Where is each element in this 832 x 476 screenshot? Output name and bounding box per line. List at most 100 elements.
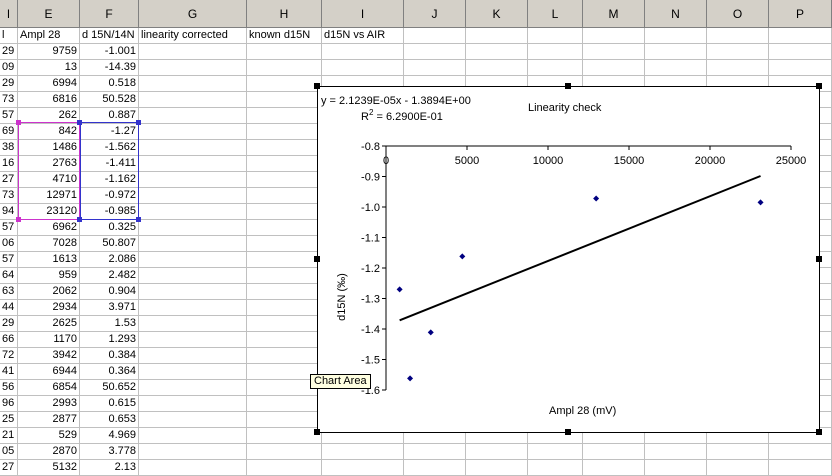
table-cell[interactable] — [645, 60, 707, 76]
table-cell[interactable]: 57 — [0, 220, 18, 236]
table-cell[interactable]: 2.482 — [80, 268, 139, 284]
table-cell[interactable] — [769, 444, 832, 460]
table-cell[interactable] — [707, 444, 769, 460]
column-header-P[interactable]: P — [769, 0, 832, 28]
table-cell[interactable]: 0.364 — [80, 364, 139, 380]
table-cell[interactable] — [707, 460, 769, 476]
table-cell[interactable]: 1613 — [18, 252, 80, 268]
table-cell[interactable] — [247, 316, 322, 332]
table-cell[interactable] — [466, 444, 528, 460]
chart-resize-handle-nw[interactable] — [314, 83, 320, 89]
table-cell[interactable]: 63 — [0, 284, 18, 300]
table-cell[interactable]: 2062 — [18, 284, 80, 300]
table-cell[interactable]: 05 — [0, 444, 18, 460]
header-cell-E[interactable]: Ampl 28 — [18, 28, 80, 44]
table-cell[interactable]: 09 — [0, 60, 18, 76]
header-cell-O[interactable] — [707, 28, 769, 44]
table-cell[interactable] — [139, 348, 247, 364]
table-cell[interactable]: 2.086 — [80, 252, 139, 268]
table-cell[interactable]: 50.652 — [80, 380, 139, 396]
table-cell[interactable] — [139, 60, 247, 76]
table-cell[interactable] — [139, 316, 247, 332]
table-cell[interactable]: 2877 — [18, 412, 80, 428]
table-cell[interactable] — [139, 380, 247, 396]
table-cell[interactable]: 1.293 — [80, 332, 139, 348]
table-cell[interactable] — [528, 444, 583, 460]
column-header-G[interactable]: G — [139, 0, 247, 28]
table-cell[interactable] — [247, 76, 322, 92]
table-cell[interactable] — [139, 444, 247, 460]
chart-resize-handle-ne[interactable] — [816, 83, 822, 89]
table-cell[interactable] — [247, 140, 322, 156]
table-cell[interactable] — [247, 92, 322, 108]
column-header-row-stub[interactable]: l — [0, 0, 18, 28]
header-cell-row-stub[interactable]: l — [0, 28, 18, 44]
table-cell[interactable]: 1170 — [18, 332, 80, 348]
table-cell[interactable]: 25 — [0, 412, 18, 428]
header-cell-K[interactable] — [466, 28, 528, 44]
table-cell[interactable] — [247, 412, 322, 428]
table-cell[interactable] — [583, 60, 645, 76]
table-cell[interactable]: 2870 — [18, 444, 80, 460]
table-cell[interactable]: 73 — [0, 92, 18, 108]
table-cell[interactable] — [139, 124, 247, 140]
table-cell[interactable] — [247, 156, 322, 172]
table-cell[interactable] — [247, 60, 322, 76]
header-cell-L[interactable] — [528, 28, 583, 44]
table-cell[interactable]: 5132 — [18, 460, 80, 476]
table-cell[interactable]: 06 — [0, 236, 18, 252]
table-cell[interactable] — [139, 460, 247, 476]
table-cell[interactable]: 1.53 — [80, 316, 139, 332]
column-header-J[interactable]: J — [404, 0, 466, 28]
header-cell-H[interactable]: known d15N — [247, 28, 322, 44]
table-cell[interactable]: 6816 — [18, 92, 80, 108]
header-cell-P[interactable] — [769, 28, 832, 44]
table-cell[interactable]: 6854 — [18, 380, 80, 396]
table-cell[interactable]: 29 — [0, 76, 18, 92]
table-cell[interactable]: 2934 — [18, 300, 80, 316]
table-cell[interactable] — [247, 252, 322, 268]
chart-resize-handle-n[interactable] — [565, 83, 571, 89]
table-cell[interactable] — [139, 140, 247, 156]
table-cell[interactable] — [139, 108, 247, 124]
table-cell[interactable]: 50.807 — [80, 236, 139, 252]
table-cell[interactable] — [139, 204, 247, 220]
table-cell[interactable] — [139, 252, 247, 268]
table-cell[interactable] — [247, 396, 322, 412]
table-cell[interactable] — [528, 460, 583, 476]
table-cell[interactable] — [139, 332, 247, 348]
table-cell[interactable] — [247, 268, 322, 284]
table-cell[interactable] — [583, 44, 645, 60]
header-cell-G[interactable]: linearity corrected — [139, 28, 247, 44]
table-cell[interactable]: 6994 — [18, 76, 80, 92]
table-cell[interactable] — [466, 60, 528, 76]
table-cell[interactable]: -1.001 — [80, 44, 139, 60]
column-header-L[interactable]: L — [528, 0, 583, 28]
table-cell[interactable]: 50.528 — [80, 92, 139, 108]
column-header-H[interactable]: H — [247, 0, 322, 28]
table-cell[interactable]: 959 — [18, 268, 80, 284]
table-cell[interactable]: 0.904 — [80, 284, 139, 300]
table-cell[interactable] — [247, 188, 322, 204]
table-cell[interactable] — [322, 44, 404, 60]
header-cell-I[interactable]: d15N vs AIR — [322, 28, 404, 44]
table-cell[interactable]: 29 — [0, 44, 18, 60]
table-cell[interactable]: 41 — [0, 364, 18, 380]
table-cell[interactable] — [645, 44, 707, 60]
table-cell[interactable] — [404, 44, 466, 60]
column-header-F[interactable]: F — [80, 0, 139, 28]
chart-resize-handle-s[interactable] — [565, 429, 571, 435]
table-cell[interactable]: 6962 — [18, 220, 80, 236]
table-cell[interactable]: 0.384 — [80, 348, 139, 364]
table-cell[interactable] — [769, 60, 832, 76]
table-cell[interactable] — [528, 60, 583, 76]
table-cell[interactable] — [322, 460, 404, 476]
header-cell-F[interactable]: d 15N/14N — [80, 28, 139, 44]
table-cell[interactable] — [466, 44, 528, 60]
table-cell[interactable] — [247, 172, 322, 188]
table-cell[interactable]: 2993 — [18, 396, 80, 412]
table-cell[interactable]: 3.971 — [80, 300, 139, 316]
column-header-K[interactable]: K — [466, 0, 528, 28]
chart-resize-handle-se[interactable] — [816, 429, 822, 435]
table-cell[interactable] — [583, 460, 645, 476]
